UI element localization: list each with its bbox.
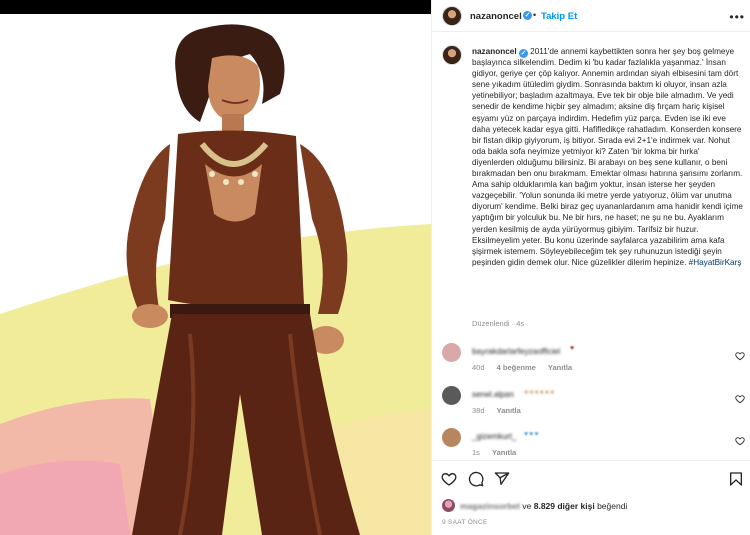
comment-username-blurred[interactable]: senel.alpan bbox=[472, 390, 514, 399]
caption-meta-separator: · bbox=[511, 319, 515, 328]
comment-time: 38d bbox=[472, 406, 485, 415]
caption-verified-icon: ✓ bbox=[518, 49, 528, 58]
caption-age: 4s bbox=[516, 319, 525, 328]
liker-avatar[interactable] bbox=[442, 499, 455, 512]
comment-avatar[interactable] bbox=[442, 343, 461, 362]
comment-avatar[interactable] bbox=[442, 428, 461, 447]
share-icon[interactable] bbox=[494, 471, 510, 487]
comment-meta: 1s Yanıtla bbox=[472, 448, 526, 457]
likes-connector: ve bbox=[522, 501, 532, 511]
comment-username-blurred[interactable]: _gizemkurt_ bbox=[472, 432, 517, 441]
caption-avatar[interactable] bbox=[442, 45, 462, 65]
comment-item: bayrakdarlarfeyzaofficiel ♥ 40d 4 beğenm… bbox=[432, 343, 750, 385]
liker-username-blurred[interactable]: magazinsorbet bbox=[460, 501, 520, 511]
caption-hashtag[interactable]: #HayatBirKarş bbox=[689, 258, 742, 267]
caption-username[interactable]: nazanoncel bbox=[472, 47, 517, 56]
more-icon[interactable]: ••• bbox=[729, 10, 745, 24]
edited-label: Düzenlendi bbox=[472, 319, 510, 328]
caption-block: nazanoncel ✓ 2011'de annemi kaybettikten… bbox=[432, 32, 750, 332]
verified-icon: ✓ bbox=[523, 11, 532, 20]
post-header: nazanoncel ✓ • Takip Et ••• bbox=[432, 0, 750, 32]
comment-icon[interactable] bbox=[468, 471, 484, 487]
post-timestamp: 9 SAAT ÖNCE bbox=[442, 519, 488, 526]
post-details-panel: nazanoncel ✓ • Takip Et ••• nazanoncel ✓… bbox=[431, 0, 750, 535]
caption-body: 2011'de annemi kaybettikten sonra her şe… bbox=[472, 47, 743, 267]
image-top-bar bbox=[0, 0, 431, 14]
caption-meta: Düzenlendi · 4s bbox=[472, 319, 524, 328]
likes-suffix: beğendi bbox=[597, 501, 628, 511]
comment-username-blurred[interactable]: bayrakdarlarfeyzaofficiel bbox=[472, 347, 560, 356]
comment-item: senel.alpan ●●●●●● 38d Yanıtla bbox=[432, 386, 750, 428]
comment-meta: 38d Yanıtla bbox=[472, 406, 531, 415]
reply-button[interactable]: Yanıtla bbox=[548, 363, 572, 372]
comment-emoji-heart: ♥ bbox=[570, 345, 575, 352]
likes-summary: magazinsorbet ve 8.829 diğer kişi beğend… bbox=[460, 501, 627, 511]
reply-button[interactable]: Yanıtla bbox=[492, 448, 516, 457]
follow-button[interactable]: Takip Et bbox=[541, 11, 577, 22]
comment-heart-icon[interactable] bbox=[735, 436, 745, 446]
author-avatar[interactable] bbox=[442, 6, 462, 26]
post-image-panel[interactable] bbox=[0, 0, 431, 535]
heart-icon[interactable] bbox=[441, 471, 457, 487]
post-actions: magazinsorbet ve 8.829 diğer kişi beğend… bbox=[432, 460, 750, 535]
reply-button[interactable]: Yanıtla bbox=[497, 406, 521, 415]
comment-time: 1s bbox=[472, 448, 480, 457]
likes-count[interactable]: 8.829 diğer kişi bbox=[534, 501, 595, 511]
post-image bbox=[0, 14, 431, 535]
bookmark-icon[interactable] bbox=[728, 471, 744, 487]
comment-heart-icon[interactable] bbox=[735, 394, 745, 404]
comment-emoji-hearts: ♥♥♥ bbox=[524, 431, 540, 438]
author-username[interactable]: nazanoncel bbox=[470, 11, 522, 22]
comment-meta: 40d 4 beğenme Yanıtla bbox=[472, 363, 582, 372]
caption-text: nazanoncel ✓ 2011'de annemi kaybettikten… bbox=[472, 46, 744, 268]
comment-emoji-row: ●●●●●● bbox=[524, 389, 556, 396]
comment-like-count[interactable]: 4 beğenme bbox=[497, 363, 536, 372]
comment-avatar[interactable] bbox=[442, 386, 461, 405]
follow-separator: • bbox=[533, 10, 537, 20]
comment-heart-icon[interactable] bbox=[735, 351, 745, 361]
comment-time: 40d bbox=[472, 363, 485, 372]
